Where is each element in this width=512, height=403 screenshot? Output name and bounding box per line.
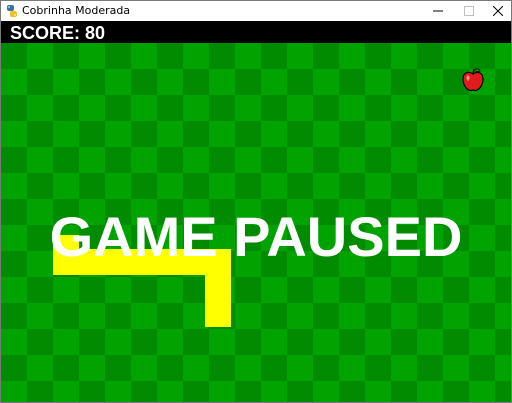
minimize-icon — [433, 10, 443, 12]
minimize-button[interactable] — [423, 1, 453, 21]
maximize-icon — [464, 6, 474, 16]
score-label: SCORE: 80 — [10, 23, 106, 43]
window-title: Cobrinha Moderada — [22, 4, 131, 17]
score-bar: SCORE: 80 — [1, 21, 511, 43]
apple-icon — [462, 68, 484, 91]
close-icon — [493, 6, 503, 16]
game-area[interactable]: SCORE: 80 GAME PAUSED — [1, 21, 511, 402]
python-app-icon — [7, 5, 17, 17]
maximize-button[interactable] — [454, 1, 484, 21]
title-bar[interactable]: Cobrinha Moderada — [1, 1, 511, 21]
game-paused-overlay: GAME PAUSED — [49, 205, 463, 268]
game-window: Cobrinha Moderada SCORE: 80 GAME PAUSED — [0, 0, 512, 403]
close-button[interactable] — [483, 1, 511, 21]
